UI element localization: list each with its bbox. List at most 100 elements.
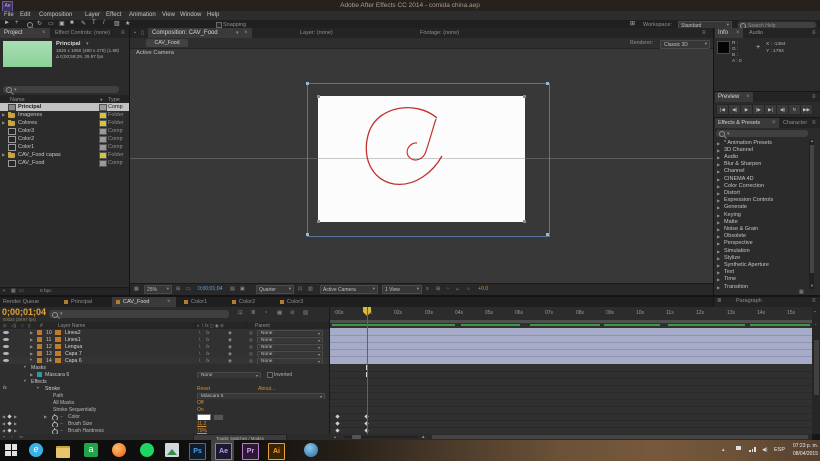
layer-color-chip[interactable] [37,358,42,363]
label-chip[interactable] [99,152,107,159]
twirl-icon[interactable]: ▶ [717,141,720,146]
pickwhip-icon[interactable]: ◎ [249,337,253,343]
effects-category[interactable]: Audio [724,154,738,160]
property-value[interactable]: 11.2 [197,421,206,427]
project-row-color2[interactable]: Color2 Comp [0,135,129,143]
layer-color-chip[interactable] [37,351,42,356]
project-row-color1[interactable]: Color1 Comp [0,143,129,151]
taskbar-premiere-icon[interactable]: Pr [242,443,259,460]
info-panel-menu-icon[interactable]: ≡ [812,30,816,36]
keyframe-indicator[interactable] [7,428,11,432]
prev-keyframe-icon[interactable]: ◀ [2,428,5,433]
tab-preview[interactable]: Preview × [715,92,753,102]
fast-previews-icon[interactable]: ⊞ [436,286,440,292]
quality-switch-icon[interactable]: ∖ [198,358,201,364]
quality-switch-icon[interactable]: ∖ [198,344,201,350]
mode-switch-icon[interactable]: ◉ [228,344,232,350]
group-label[interactable]: Masks [31,365,46,371]
resolution-dropdown[interactable]: Quarter▾ [256,285,294,294]
fx-switch[interactable]: fx [206,344,210,349]
taskbar-green-app-icon[interactable]: a [84,443,98,457]
effects-category[interactable]: Blur & Sharpen [724,161,761,167]
exposure-value[interactable]: +0.0 [478,286,488,292]
clone-stamp-tool-icon[interactable]: ▨ [114,20,120,27]
timeline-vscroll-thumb[interactable] [814,340,819,395]
comp-breadcrumb-chip[interactable]: CAV_Food [146,39,188,47]
playhead-line[interactable] [367,307,368,434]
preview-panel-menu-icon[interactable]: ≡ [812,94,816,100]
twirl-icon[interactable]: ▶ [30,372,33,377]
effects-category[interactable]: Color Correction [724,183,764,189]
menu-effect[interactable]: Effect [106,12,121,18]
effects-category[interactable]: Stylize [724,255,740,261]
effects-category[interactable]: 3D Channel [724,147,753,153]
twirl-icon[interactable]: ▼ [36,386,40,390]
taskbar-ie-icon[interactable]: e [29,443,43,457]
menu-window[interactable]: Window [180,12,201,18]
layer-name[interactable]: Linea1 [65,337,81,343]
tab-composition-cavfood[interactable]: Composition: CAV_Food ▾ × [148,28,252,38]
zoom-dropdown[interactable]: 25%▾ [144,285,172,294]
layer-color-chip[interactable] [37,344,42,349]
close-icon[interactable]: × [746,94,750,100]
new-comp-icon[interactable]: ▭ [19,288,24,294]
effects-category[interactable]: Simulation [724,248,750,254]
comp-button-icon[interactable]: ◔ [814,322,817,327]
quality-switch-icon[interactable]: ∖ [198,337,201,343]
tray-network-icon[interactable] [749,450,751,452]
project-search-input[interactable]: ▾ [2,85,120,94]
about-link[interactable]: About... [258,386,275,392]
twirl-icon[interactable]: ▶ [717,148,720,153]
fx-switch[interactable]: fx [206,330,210,335]
taskbar-file-explorer-icon[interactable] [56,446,70,458]
twirl-icon[interactable]: ▶ [717,256,720,261]
tab-principal[interactable]: Principal [71,299,92,305]
close-icon[interactable]: × [42,30,46,36]
menu-help[interactable]: Help [207,12,219,18]
zoom-in-mountain-icon[interactable]: ▲ [421,434,425,439]
project-selected-name-caret[interactable]: ▾ [86,41,89,47]
close-icon[interactable]: × [772,120,776,126]
tab-effect-controls[interactable]: Effect Controls: (none) [55,30,110,36]
pickwhip-icon[interactable]: ◎ [249,358,253,364]
pickwhip-icon[interactable]: ◎ [249,344,253,350]
mode-switch-icon[interactable]: ◉ [228,351,232,357]
selection-handle[interactable] [546,82,549,85]
effects-category[interactable]: Perspective [724,240,753,246]
project-row-colores[interactable]: ▶ Colores Folder [0,119,129,127]
project-row-cavfood[interactable]: CAV_Food Comp [0,159,129,167]
twirl-icon[interactable]: ▶ [717,241,720,246]
twirl-icon[interactable]: ▶ [717,213,720,218]
eye-icon[interactable] [3,331,9,335]
project-row-cavfood-capas[interactable]: ▶ CAV_Food capas Folder [0,151,129,159]
layer-name[interactable]: Lengua [65,344,82,350]
twirl-icon[interactable]: ▶ [717,263,720,268]
selection-tool-icon[interactable]: ► [4,20,10,26]
effects-category[interactable]: Noise & Grain [724,226,758,232]
fx-switch[interactable]: fx [206,358,210,363]
effects-category[interactable]: CINEMA 4D [724,176,754,182]
show-snapshot-icon[interactable]: ▣ [240,286,245,292]
effects-scroll-thumb[interactable] [810,145,814,273]
twirl-icon[interactable]: ▶ [717,191,720,196]
layer-duration-bars[interactable] [330,328,812,364]
mask-color-chip[interactable] [37,372,42,377]
project-row-principal[interactable]: Principal Comp [0,103,129,111]
rotation-tool-icon[interactable]: ↻ [37,20,42,27]
project-row-imagenes[interactable]: ▶ Imagenes Folder [0,111,129,119]
project-row-color3[interactable]: Color3 Comp [0,127,129,135]
twirl-icon[interactable]: ▼ [23,365,27,369]
tray-network-icon[interactable] [754,447,756,452]
column-parent[interactable]: Parent [255,323,270,329]
tab-character[interactable]: Character [783,120,807,126]
always-preview-icon[interactable]: ▦ [134,286,139,292]
timeline-button-icon[interactable]: ◔ [446,286,449,292]
effects-category[interactable]: * Animation Presets [724,140,772,146]
next-keyframe-icon[interactable]: ▶ [14,428,17,433]
effect-enable-fx-icon[interactable]: fx [3,386,7,391]
taskbar-globe-icon[interactable] [304,443,318,457]
quality-switch-icon[interactable]: ∖ [198,351,201,357]
grid-options-icon[interactable]: ⊞ [176,286,180,292]
view-layout-dropdown[interactable]: 1 View▾ [382,285,422,294]
puppet-tool-icon[interactable]: ★ [125,20,130,27]
